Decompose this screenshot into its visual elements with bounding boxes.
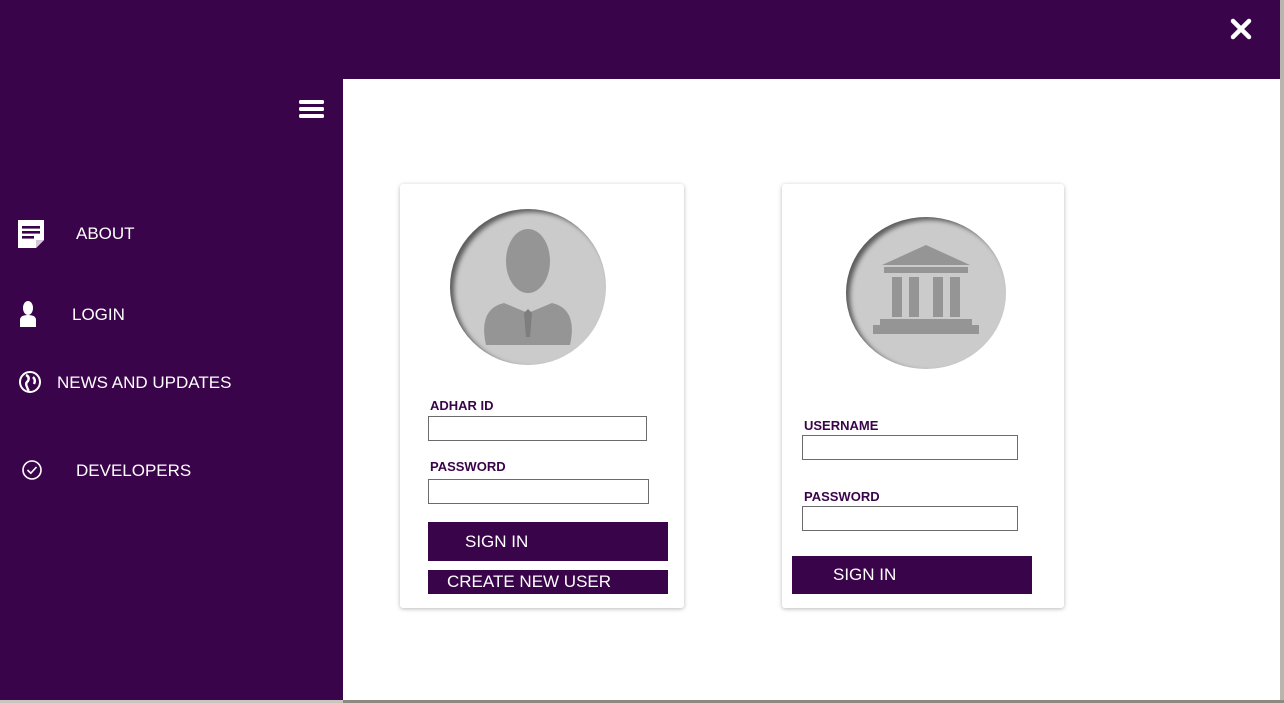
globe-icon — [18, 369, 42, 395]
window-edge — [1280, 0, 1284, 703]
hamburger-menu-icon[interactable] — [298, 97, 326, 121]
sidebar-item-developers[interactable]: DEVELOPERS — [0, 450, 343, 490]
close-icon[interactable] — [1230, 18, 1252, 40]
password-input[interactable] — [802, 506, 1018, 531]
bank-building-icon — [846, 217, 1006, 369]
sidebar-item-about[interactable]: ABOUT — [0, 213, 343, 253]
person-icon — [18, 300, 38, 328]
institution-sign-in-button[interactable]: SIGN IN — [792, 556, 1032, 594]
sidebar: ABOUT LOGIN NEWS AND UPDATES DEVELOPERS — [0, 79, 343, 700]
adhar-id-input[interactable] — [428, 416, 647, 441]
document-icon — [16, 218, 46, 250]
username-label: USERNAME — [804, 418, 879, 433]
sidebar-item-label: LOGIN — [72, 305, 125, 324]
create-new-user-button[interactable]: CREATE NEW USER — [428, 570, 668, 594]
sidebar-item-label: ABOUT — [76, 224, 135, 243]
institution-login-card: USERNAME PASSWORD SIGN IN — [782, 184, 1064, 608]
sidebar-item-label: NEWS AND UPDATES — [57, 373, 232, 392]
sidebar-item-news[interactable]: NEWS AND UPDATES — [0, 362, 343, 402]
sidebar-item-login[interactable]: LOGIN — [0, 294, 343, 334]
password-label: PASSWORD — [804, 489, 880, 504]
user-sign-in-button[interactable]: SIGN IN — [428, 522, 668, 561]
close-button[interactable] — [1224, 12, 1258, 46]
sidebar-item-label: DEVELOPERS — [76, 461, 192, 480]
password-label: PASSWORD — [430, 459, 506, 474]
top-bar — [0, 0, 1284, 79]
user-login-card: ADHAR ID PASSWORD SIGN IN CREATE NEW USE… — [400, 184, 684, 608]
check-circle-icon — [21, 459, 43, 481]
adhar-id-label: ADHAR ID — [430, 398, 494, 413]
password-input[interactable] — [428, 479, 649, 504]
menu-toggle-button[interactable] — [298, 97, 326, 121]
username-input[interactable] — [802, 435, 1018, 460]
user-avatar-icon — [450, 209, 606, 365]
